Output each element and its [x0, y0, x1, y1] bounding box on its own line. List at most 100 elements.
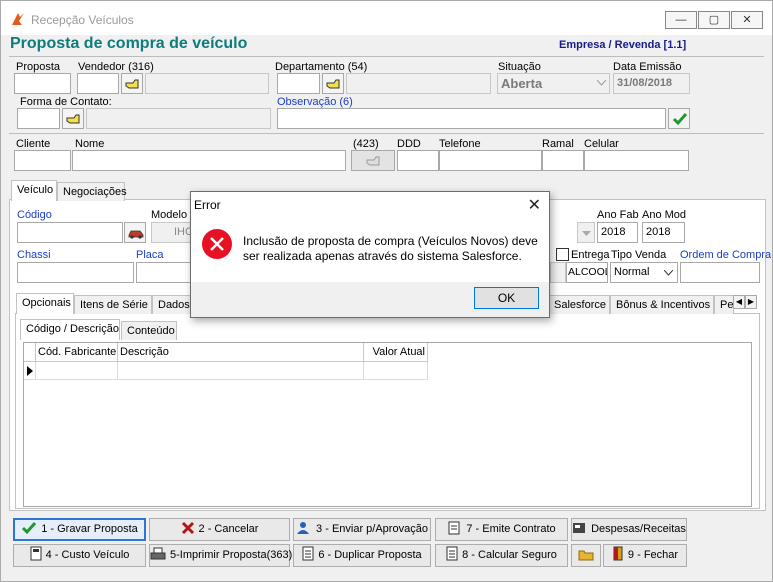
duplicar-proposta-button[interactable]: 6 - Duplicar Proposta	[293, 544, 431, 567]
user-send-icon	[297, 522, 310, 534]
custo-veiculo-button[interactable]: 4 - Custo Veículo	[13, 544, 146, 567]
close-window-button[interactable]: ✕	[731, 11, 763, 29]
forma-contato-lookup-button[interactable]	[62, 108, 84, 129]
row-pointer-icon	[27, 366, 33, 376]
tab-scroll-left-button[interactable]: ◀	[733, 295, 745, 309]
tab-conteudo[interactable]: Conteúdo	[121, 321, 177, 340]
despesas-label: Despesas/Receitas	[591, 523, 686, 535]
tab-salesforce[interactable]: Salesforce	[548, 295, 610, 314]
telefone-input[interactable]	[439, 150, 542, 171]
dialog-message: Inclusão de proposta de compra (Veículos…	[243, 234, 538, 263]
tab-scroll-right-button[interactable]: ▶	[745, 295, 757, 309]
app-logo-icon	[12, 13, 24, 25]
situacao-select[interactable]: Aberta	[497, 73, 610, 94]
grid-header-descricao[interactable]: Descrição	[118, 343, 364, 362]
gravar-proposta-button[interactable]: 1 - Gravar Proposta	[13, 518, 146, 541]
nome-input[interactable]	[72, 150, 346, 171]
departamento-name-field	[346, 73, 491, 94]
tab-veiculo[interactable]: Veículo	[11, 180, 57, 201]
celular-input[interactable]	[584, 150, 689, 171]
ddd-label: DDD	[397, 138, 421, 150]
ordem-compra-label: Ordem de Compra	[680, 249, 772, 261]
maximize-button[interactable]: ▢	[698, 11, 730, 29]
placa-input[interactable]	[136, 262, 191, 283]
checkmark-icon	[672, 113, 688, 126]
forma-contato-input[interactable]	[17, 108, 60, 129]
codigo-label: Código	[17, 209, 52, 221]
vehicle-lookup-button[interactable]	[124, 222, 146, 243]
modelo-label: Modelo	[151, 209, 188, 221]
chassi-input[interactable]	[17, 262, 134, 283]
dialog-close-button[interactable]: ✕	[528, 195, 541, 215]
open-folder-button[interactable]	[571, 544, 601, 567]
ano-fab-input[interactable]: 2018	[597, 222, 638, 243]
divider	[9, 56, 764, 57]
chassi-label: Chassi	[17, 249, 51, 261]
departamento-input[interactable]	[277, 73, 320, 94]
minimize-button[interactable]: —	[665, 11, 697, 29]
combustivel-lookup-button[interactable]	[550, 262, 566, 283]
tab-dados[interactable]: Dados	[152, 295, 192, 314]
tipo-venda-value: Normal	[614, 266, 650, 278]
proposta-label: Proposta	[16, 61, 61, 73]
ordem-compra-input[interactable]	[680, 262, 760, 283]
observacao-input[interactable]	[277, 108, 666, 129]
ramal-input[interactable]	[542, 150, 584, 171]
imprimir-proposta-button[interactable]: 5-Imprimir Proposta(363)	[149, 544, 292, 567]
tab-itens-de-serie[interactable]: Itens de Série	[74, 295, 152, 314]
ano-mod-input[interactable]: 2018	[642, 222, 685, 243]
enviar-aprovacao-button[interactable]: 3 - Enviar p/Aprovação	[293, 518, 431, 541]
vendedor-label: Vendedor (316)	[78, 61, 154, 73]
vendedor-input[interactable]	[77, 73, 119, 94]
grid-corner	[24, 343, 36, 362]
duplicar-label: 6 - Duplicar Proposta	[318, 549, 422, 561]
cliente-input[interactable]	[14, 150, 71, 171]
despesas-receitas-button[interactable]: Despesas/Receitas	[571, 518, 687, 541]
ano-mod-label: Ano Mod	[642, 209, 687, 221]
proposta-input[interactable]	[14, 73, 71, 94]
vendedor-lookup-button[interactable]	[121, 73, 143, 94]
cancelar-button[interactable]: 2 - Cancelar	[149, 518, 290, 541]
data-emissao-field: 31/08/2018	[613, 73, 690, 94]
observacao-label: Observação (6)	[277, 96, 353, 108]
grid-header-valor-atual[interactable]: Valor Atual	[364, 343, 428, 362]
tab-bonus-incentivos[interactable]: Bônus & Incentivos	[610, 295, 714, 314]
situacao-label: Situação	[498, 61, 541, 73]
chevron-down-icon	[582, 231, 591, 236]
calcular-seguro-button[interactable]: 8 - Calcular Seguro	[435, 544, 568, 567]
document-icon	[446, 546, 458, 561]
codigo-input[interactable]	[17, 222, 123, 243]
cliente-lookup-button[interactable]	[351, 150, 395, 171]
table-row[interactable]	[364, 362, 428, 380]
error-dialog: Error ✕ Inclusão de proposta de compra (…	[190, 191, 550, 318]
entrega-label: Entrega	[571, 249, 610, 261]
table-row[interactable]	[36, 362, 118, 380]
observacao-confirm-button[interactable]	[668, 108, 690, 129]
checkmark-icon	[22, 522, 37, 535]
forma-contato-label: Forma de Contato:	[20, 96, 112, 108]
custo-label: 4 - Custo Veículo	[45, 549, 130, 561]
tab-codigo-descricao[interactable]: Código / Descrição	[20, 319, 120, 340]
opcionais-grid[interactable]: Cód. Fabricante Descrição Valor Atual	[23, 342, 752, 507]
chevron-down-icon	[597, 80, 606, 86]
entrega-checkbox[interactable]	[556, 248, 569, 261]
fechar-button[interactable]: 9 - Fechar	[603, 544, 687, 567]
exit-door-icon	[613, 546, 623, 561]
folder-icon	[578, 550, 594, 561]
dialog-ok-button[interactable]: OK	[474, 287, 539, 309]
calculator-icon	[30, 546, 42, 561]
window-title: Recepção Veículos	[31, 13, 134, 27]
tab-negociacoes[interactable]: Negociações	[57, 182, 127, 201]
tab-opcionais[interactable]: Opcionais	[16, 293, 74, 314]
divider	[9, 133, 764, 134]
emite-contrato-button[interactable]: 7 - Emite Contrato	[435, 518, 568, 541]
nome-label: Nome	[75, 138, 105, 150]
ddd-input[interactable]	[397, 150, 439, 171]
table-row[interactable]	[118, 362, 364, 380]
tab-more[interactable]: Pe	[714, 295, 734, 314]
emite-label: 7 - Emite Contrato	[466, 523, 556, 535]
tipo-venda-select[interactable]: Normal	[610, 262, 678, 283]
vehicle-combo-arrow[interactable]	[577, 222, 595, 243]
grid-header-cod-fabricante[interactable]: Cód. Fabricante	[36, 343, 118, 362]
departamento-lookup-button[interactable]	[322, 73, 344, 94]
